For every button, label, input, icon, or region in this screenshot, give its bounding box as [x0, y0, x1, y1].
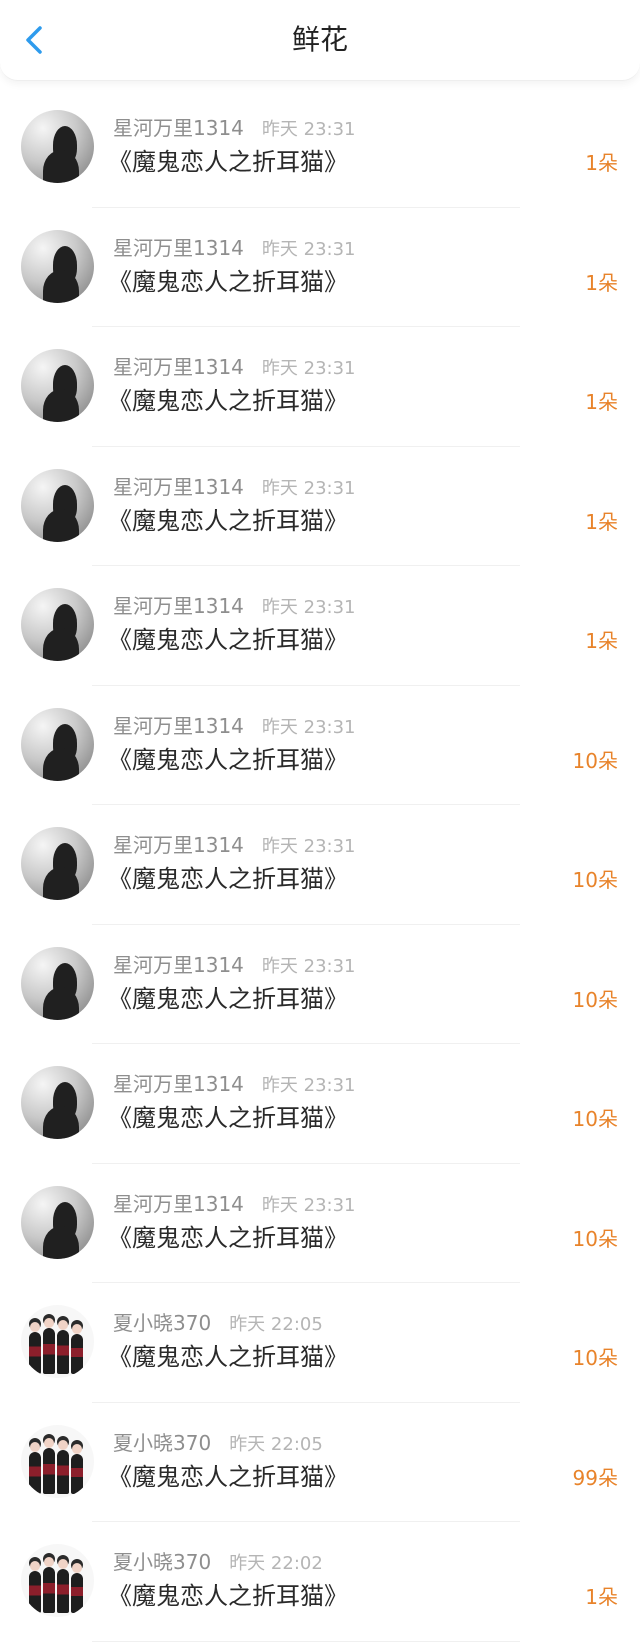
- book-title[interactable]: 《魔鬼恋人之折耳猫》: [108, 147, 348, 177]
- username[interactable]: 星河万里1314: [113, 1072, 244, 1096]
- header: 鲜花: [0, 0, 640, 81]
- user-info: 星河万里1314 昨天 23:31: [113, 475, 356, 501]
- username[interactable]: 星河万里1314: [113, 116, 244, 140]
- username[interactable]: 星河万里1314: [113, 714, 244, 738]
- timestamp: 昨天 23:31: [261, 119, 356, 140]
- username[interactable]: 星河万里1314: [113, 833, 244, 857]
- list-item[interactable]: 星河万里1314 昨天 23:31 《魔鬼恋人之折耳猫》 1朵: [0, 566, 640, 686]
- timestamp: 昨天 23:31: [261, 358, 356, 379]
- timestamp: 昨天 23:31: [261, 597, 356, 618]
- book-title[interactable]: 《魔鬼恋人之折耳猫》: [108, 267, 348, 297]
- book-title[interactable]: 《魔鬼恋人之折耳猫》: [108, 1103, 348, 1133]
- timestamp: 昨天 23:31: [261, 716, 356, 738]
- timestamp: 昨天 23:31: [261, 836, 356, 857]
- avatar[interactable]: [21, 349, 94, 422]
- book-title[interactable]: 《魔鬼恋人之折耳猫》: [108, 625, 348, 655]
- username[interactable]: 星河万里1314: [113, 1192, 244, 1216]
- timestamp: 昨天 23:31: [261, 238, 356, 260]
- list-item[interactable]: 星河万里1314 昨天 23:31 《魔鬼恋人之折耳猫》 10朵: [0, 1044, 640, 1164]
- username[interactable]: 星河万里1314: [113, 594, 244, 618]
- list-item[interactable]: 星河万里1314 昨天 23:31 《魔鬼恋人之折耳猫》 1朵: [0, 327, 640, 447]
- username[interactable]: 夏小晓370: [113, 1550, 211, 1574]
- book-title[interactable]: 《魔鬼恋人之折耳猫》: [108, 984, 348, 1014]
- flower-count: 10朵: [572, 868, 618, 892]
- user-info: 星河万里1314 昨天 23:31: [113, 953, 356, 979]
- avatar[interactable]: [21, 1544, 94, 1617]
- flower-count: 10朵: [572, 1226, 618, 1251]
- book-title[interactable]: 《魔鬼恋人之折耳猫》: [108, 386, 348, 416]
- timestamp: 昨天 23:31: [261, 955, 356, 977]
- user-info: 夏小晓370 昨天 22:02: [113, 1550, 323, 1576]
- list-item[interactable]: 星河万里1314 昨天 23:31 《魔鬼恋人之折耳猫》 1朵: [0, 88, 640, 208]
- flower-count: 1朵: [585, 270, 618, 295]
- avatar[interactable]: [21, 110, 94, 183]
- avatar[interactable]: [21, 707, 94, 781]
- user-info: 星河万里1314 昨天 23:31: [113, 1072, 356, 1098]
- book-title[interactable]: 《魔鬼恋人之折耳猫》: [108, 1342, 348, 1372]
- flower-count: 1朵: [585, 1585, 618, 1609]
- list-item[interactable]: 夏小晓370 昨天 22:05 《魔鬼恋人之折耳猫》 10朵: [0, 1283, 640, 1403]
- timestamp: 昨天 23:31: [261, 1075, 356, 1096]
- flower-count: 1朵: [585, 509, 618, 534]
- timestamp: 昨天 22:02: [229, 1553, 323, 1574]
- username[interactable]: 星河万里1314: [113, 355, 244, 379]
- gift-record-list[interactable]: 星河万里1314 昨天 23:31 《魔鬼恋人之折耳猫》 1朵 星河万里1314 昨天 2…: [0, 88, 640, 1642]
- avatar[interactable]: [21, 588, 94, 661]
- flower-count: 1朵: [585, 151, 618, 175]
- list-item[interactable]: 夏小晓370 昨天 22:05 《魔鬼恋人之折耳猫》 99朵: [0, 1403, 640, 1523]
- timestamp: 昨天 23:31: [261, 1194, 356, 1216]
- avatar[interactable]: [21, 1185, 94, 1259]
- avatar[interactable]: [21, 229, 94, 303]
- user-info: 夏小晓370 昨天 22:05: [113, 1311, 323, 1337]
- user-info: 星河万里1314 昨天 23:31: [113, 714, 356, 740]
- avatar[interactable]: [21, 946, 94, 1020]
- list-item[interactable]: 夏小晓370 昨天 22:02 《魔鬼恋人之折耳猫》 1朵: [0, 1522, 640, 1642]
- page-title: 鲜花: [291, 23, 348, 56]
- flower-count: 99朵: [572, 1465, 618, 1490]
- avatar[interactable]: [21, 1305, 94, 1378]
- avatar[interactable]: [21, 1066, 94, 1139]
- list-item[interactable]: 星河万里1314 昨天 23:31 《魔鬼恋人之折耳猫》 1朵: [0, 447, 640, 567]
- flower-count: 1朵: [585, 390, 618, 414]
- flower-count: 10朵: [572, 748, 618, 773]
- list-item[interactable]: 星河万里1314 昨天 23:31 《魔鬼恋人之折耳猫》 10朵: [0, 1164, 640, 1284]
- flower-count: 10朵: [572, 1107, 618, 1131]
- username[interactable]: 夏小晓370: [113, 1431, 211, 1455]
- book-title[interactable]: 《魔鬼恋人之折耳猫》: [108, 1223, 348, 1253]
- user-info: 星河万里1314 昨天 23:31: [113, 1192, 356, 1218]
- flower-count: 10朵: [572, 987, 618, 1012]
- user-info: 星河万里1314 昨天 23:31: [113, 833, 356, 859]
- user-info: 星河万里1314 昨天 23:31: [113, 594, 356, 620]
- flower-count: 1朵: [585, 629, 618, 653]
- username[interactable]: 夏小晓370: [113, 1311, 211, 1335]
- book-title[interactable]: 《魔鬼恋人之折耳猫》: [108, 864, 348, 894]
- avatar[interactable]: [21, 1424, 94, 1498]
- user-info: 星河万里1314 昨天 23:31: [113, 236, 356, 262]
- user-info: 夏小晓370 昨天 22:05: [113, 1431, 323, 1457]
- avatar[interactable]: [21, 468, 94, 542]
- timestamp: 昨天 22:05: [229, 1314, 323, 1335]
- list-item[interactable]: 星河万里1314 昨天 23:31 《魔鬼恋人之折耳猫》 10朵: [0, 925, 640, 1045]
- avatar[interactable]: [21, 827, 94, 900]
- list-item[interactable]: 星河万里1314 昨天 23:31 《魔鬼恋人之折耳猫》 10朵: [0, 686, 640, 806]
- username[interactable]: 星河万里1314: [113, 953, 244, 977]
- username[interactable]: 星河万里1314: [113, 236, 244, 260]
- username[interactable]: 星河万里1314: [113, 475, 244, 499]
- user-info: 星河万里1314 昨天 23:31: [113, 355, 356, 381]
- book-title[interactable]: 《魔鬼恋人之折耳猫》: [108, 745, 348, 775]
- user-info: 星河万里1314 昨天 23:31: [113, 116, 356, 142]
- list-item[interactable]: 星河万里1314 昨天 23:31 《魔鬼恋人之折耳猫》 10朵: [0, 805, 640, 925]
- book-title[interactable]: 《魔鬼恋人之折耳猫》: [108, 506, 348, 536]
- timestamp: 昨天 22:05: [229, 1433, 323, 1455]
- book-title[interactable]: 《魔鬼恋人之折耳猫》: [108, 1581, 348, 1611]
- book-title[interactable]: 《魔鬼恋人之折耳猫》: [108, 1462, 348, 1492]
- list-item[interactable]: 星河万里1314 昨天 23:31 《魔鬼恋人之折耳猫》 1朵: [0, 208, 640, 328]
- flower-count: 10朵: [572, 1346, 618, 1370]
- timestamp: 昨天 23:31: [261, 477, 356, 499]
